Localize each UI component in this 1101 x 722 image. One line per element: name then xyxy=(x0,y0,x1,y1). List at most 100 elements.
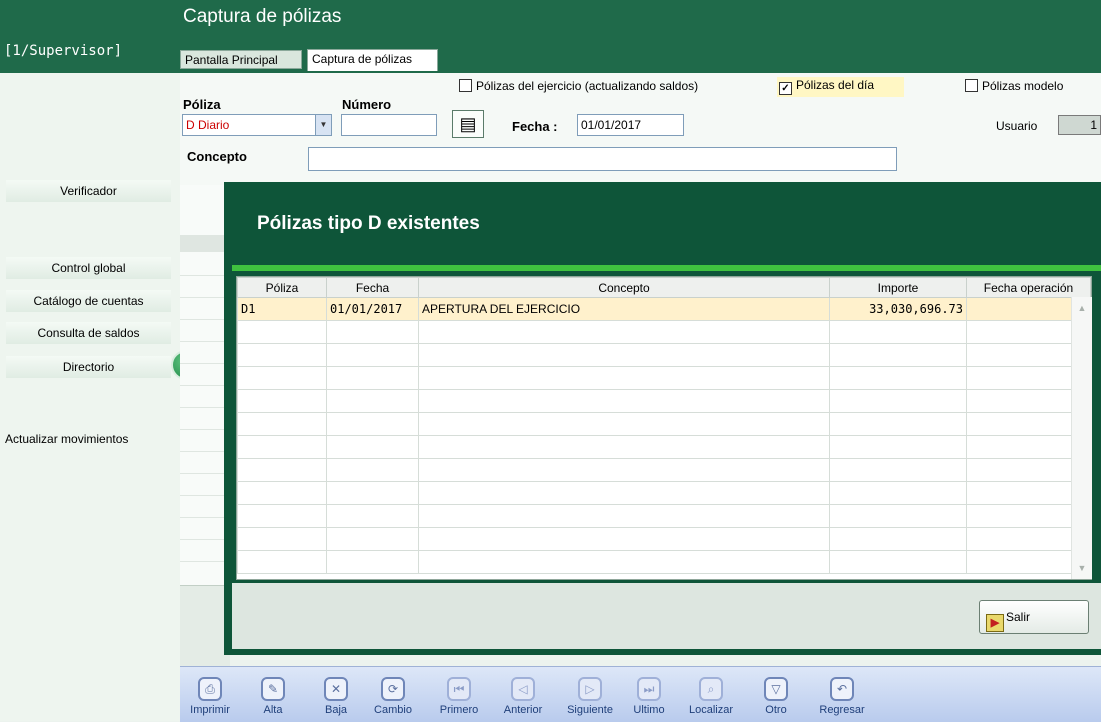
column-header-importe[interactable]: Importe xyxy=(829,277,967,298)
table-row[interactable] xyxy=(237,481,1091,505)
copy-icon[interactable]: ▤ xyxy=(452,110,484,138)
table-row[interactable] xyxy=(237,412,1091,436)
sidebar-item-control-global[interactable]: Control global xyxy=(6,257,171,279)
grid-line xyxy=(180,363,230,364)
chk-polizas-modelo[interactable]: Pólizas modelo xyxy=(965,79,1063,94)
table-cell xyxy=(418,412,830,436)
usuario-label: Usuario xyxy=(996,119,1038,133)
table-row[interactable] xyxy=(237,343,1091,367)
toolbar-alta-button[interactable]: ✎ Alta xyxy=(258,677,288,717)
table-cell xyxy=(829,458,967,482)
toolbar-anterior-button[interactable]: ◁ Anterior xyxy=(498,677,548,717)
table-cell xyxy=(418,389,830,413)
salir-button[interactable]: ▶ Salir xyxy=(979,600,1089,634)
table-cell xyxy=(237,320,327,344)
concepto-input[interactable] xyxy=(308,147,897,171)
toolbar-label: Regresar xyxy=(819,704,865,716)
table-row[interactable] xyxy=(237,458,1091,482)
grid-line xyxy=(180,429,230,430)
tab-captura-polizas[interactable]: Captura de pólizas xyxy=(307,49,438,71)
table-row[interactable] xyxy=(237,320,1091,344)
poliza-select[interactable]: D Diario ▼ xyxy=(182,114,332,136)
refresh-icon: ⟳ xyxy=(381,677,405,701)
add-icon: ✎ xyxy=(261,677,285,701)
toolbar-regresar-button[interactable]: ↶ Regresar xyxy=(816,677,868,717)
dialog-title: Pólizas tipo D existentes xyxy=(257,213,480,234)
numero-label: Número xyxy=(342,97,392,112)
sidebar-item-directorio[interactable]: Directorio xyxy=(6,356,171,378)
column-header-fecha[interactable]: Fecha xyxy=(326,277,419,298)
toolbar-label: Anterior xyxy=(503,704,543,716)
window-title: Captura de pólizas xyxy=(183,6,342,27)
checkbox-icon xyxy=(965,79,978,92)
toolbar-imprimir-button[interactable]: ⎙ Imprimir xyxy=(190,677,230,717)
table-cell xyxy=(829,527,967,551)
column-header-fecha-operacion[interactable]: Fecha operación xyxy=(966,277,1091,298)
cell-poliza: D1 xyxy=(237,297,327,321)
scroll-down-arrow-icon[interactable]: ▼ xyxy=(1072,559,1092,577)
toolbar-label: Baja xyxy=(324,704,348,716)
chk-polizas-ejercicio[interactable]: Pólizas del ejercicio (actualizando sald… xyxy=(459,79,698,94)
toolbar-cambio-button[interactable]: ⟳ Cambio xyxy=(370,677,416,717)
table-row[interactable]: D1 01/01/2017 APERTURA DEL EJERCICIO 33,… xyxy=(237,297,1091,321)
grid-vertical-scrollbar[interactable]: ▲ ▼ xyxy=(1071,297,1092,579)
column-header-poliza[interactable]: Póliza xyxy=(237,277,327,298)
chk-polizas-modelo-label: Pólizas modelo xyxy=(982,79,1064,93)
table-cell xyxy=(237,435,327,459)
poliza-select-value: D Diario xyxy=(186,118,230,132)
numero-input[interactable] xyxy=(341,114,437,136)
toolbar-otro-button[interactable]: ▽ Otro xyxy=(758,677,794,717)
toolbar-baja-button[interactable]: ✕ Baja xyxy=(320,677,352,717)
sidebar-item-consulta-saldos[interactable]: Consulta de saldos xyxy=(6,322,171,344)
table-cell xyxy=(326,389,419,413)
table-row[interactable] xyxy=(237,435,1091,459)
chk-polizas-dia-label: Pólizas del día xyxy=(796,78,875,92)
sidebar-item-catalogo-cuentas[interactable]: Catálogo de cuentas xyxy=(6,290,171,312)
fecha-input[interactable]: 01/01/2017 xyxy=(577,114,684,136)
table-cell xyxy=(829,366,967,390)
usuario-value: 1 xyxy=(1058,115,1101,135)
tab-pantalla-principal[interactable]: Pantalla Principal xyxy=(180,50,302,69)
table-row[interactable] xyxy=(237,550,1091,574)
grid-line xyxy=(180,385,230,386)
chk-polizas-dia[interactable]: ✓ Pólizas del día xyxy=(777,77,905,97)
table-cell xyxy=(326,320,419,344)
table-cell xyxy=(418,504,830,528)
table-cell xyxy=(237,366,327,390)
sidebar-item-verificador[interactable]: Verificador xyxy=(6,180,171,202)
toolbar-localizar-button[interactable]: ⌕ Localizar xyxy=(685,677,737,717)
chevron-down-icon[interactable]: ▼ xyxy=(315,115,331,135)
poliza-label: Póliza xyxy=(183,97,221,112)
search-icon: ⌕ xyxy=(699,677,723,701)
table-cell xyxy=(829,389,967,413)
salir-button-label: Salir xyxy=(1006,610,1031,624)
table-cell xyxy=(418,481,830,505)
previous-icon: ◁ xyxy=(511,677,535,701)
polizas-table: Póliza Fecha Concepto Importe Fecha oper… xyxy=(237,277,1091,574)
column-header-concepto[interactable]: Concepto xyxy=(418,277,830,298)
table-row[interactable] xyxy=(237,527,1091,551)
fecha-label: Fecha : xyxy=(512,119,558,134)
table-cell xyxy=(326,366,419,390)
movements-grid-footer xyxy=(180,585,230,666)
table-cell xyxy=(418,343,830,367)
table-cell xyxy=(829,504,967,528)
polizas-grid[interactable]: Póliza Fecha Concepto Importe Fecha oper… xyxy=(236,276,1092,580)
toolbar-siguiente-button[interactable]: ▷ Siguiente xyxy=(565,677,615,717)
title-bar: Captura de pólizas xyxy=(0,0,1101,73)
exit-door-icon: ▶ xyxy=(986,614,1004,632)
table-row[interactable] xyxy=(237,389,1091,413)
table-cell xyxy=(326,527,419,551)
grid-line xyxy=(180,275,230,276)
toolbar-label: Siguiente xyxy=(567,704,613,716)
grid-line xyxy=(180,451,230,452)
table-cell xyxy=(418,458,830,482)
scroll-up-arrow-icon[interactable]: ▲ xyxy=(1072,299,1092,317)
table-row[interactable] xyxy=(237,504,1091,528)
table-cell xyxy=(326,481,419,505)
toolbar-ultimo-button[interactable]: ⏭ Ultimo xyxy=(628,677,670,717)
toolbar-primero-button[interactable]: ⏮ Primero xyxy=(435,677,483,717)
grid-line xyxy=(180,297,230,298)
table-row[interactable] xyxy=(237,366,1091,390)
movements-grid-header xyxy=(180,235,230,252)
